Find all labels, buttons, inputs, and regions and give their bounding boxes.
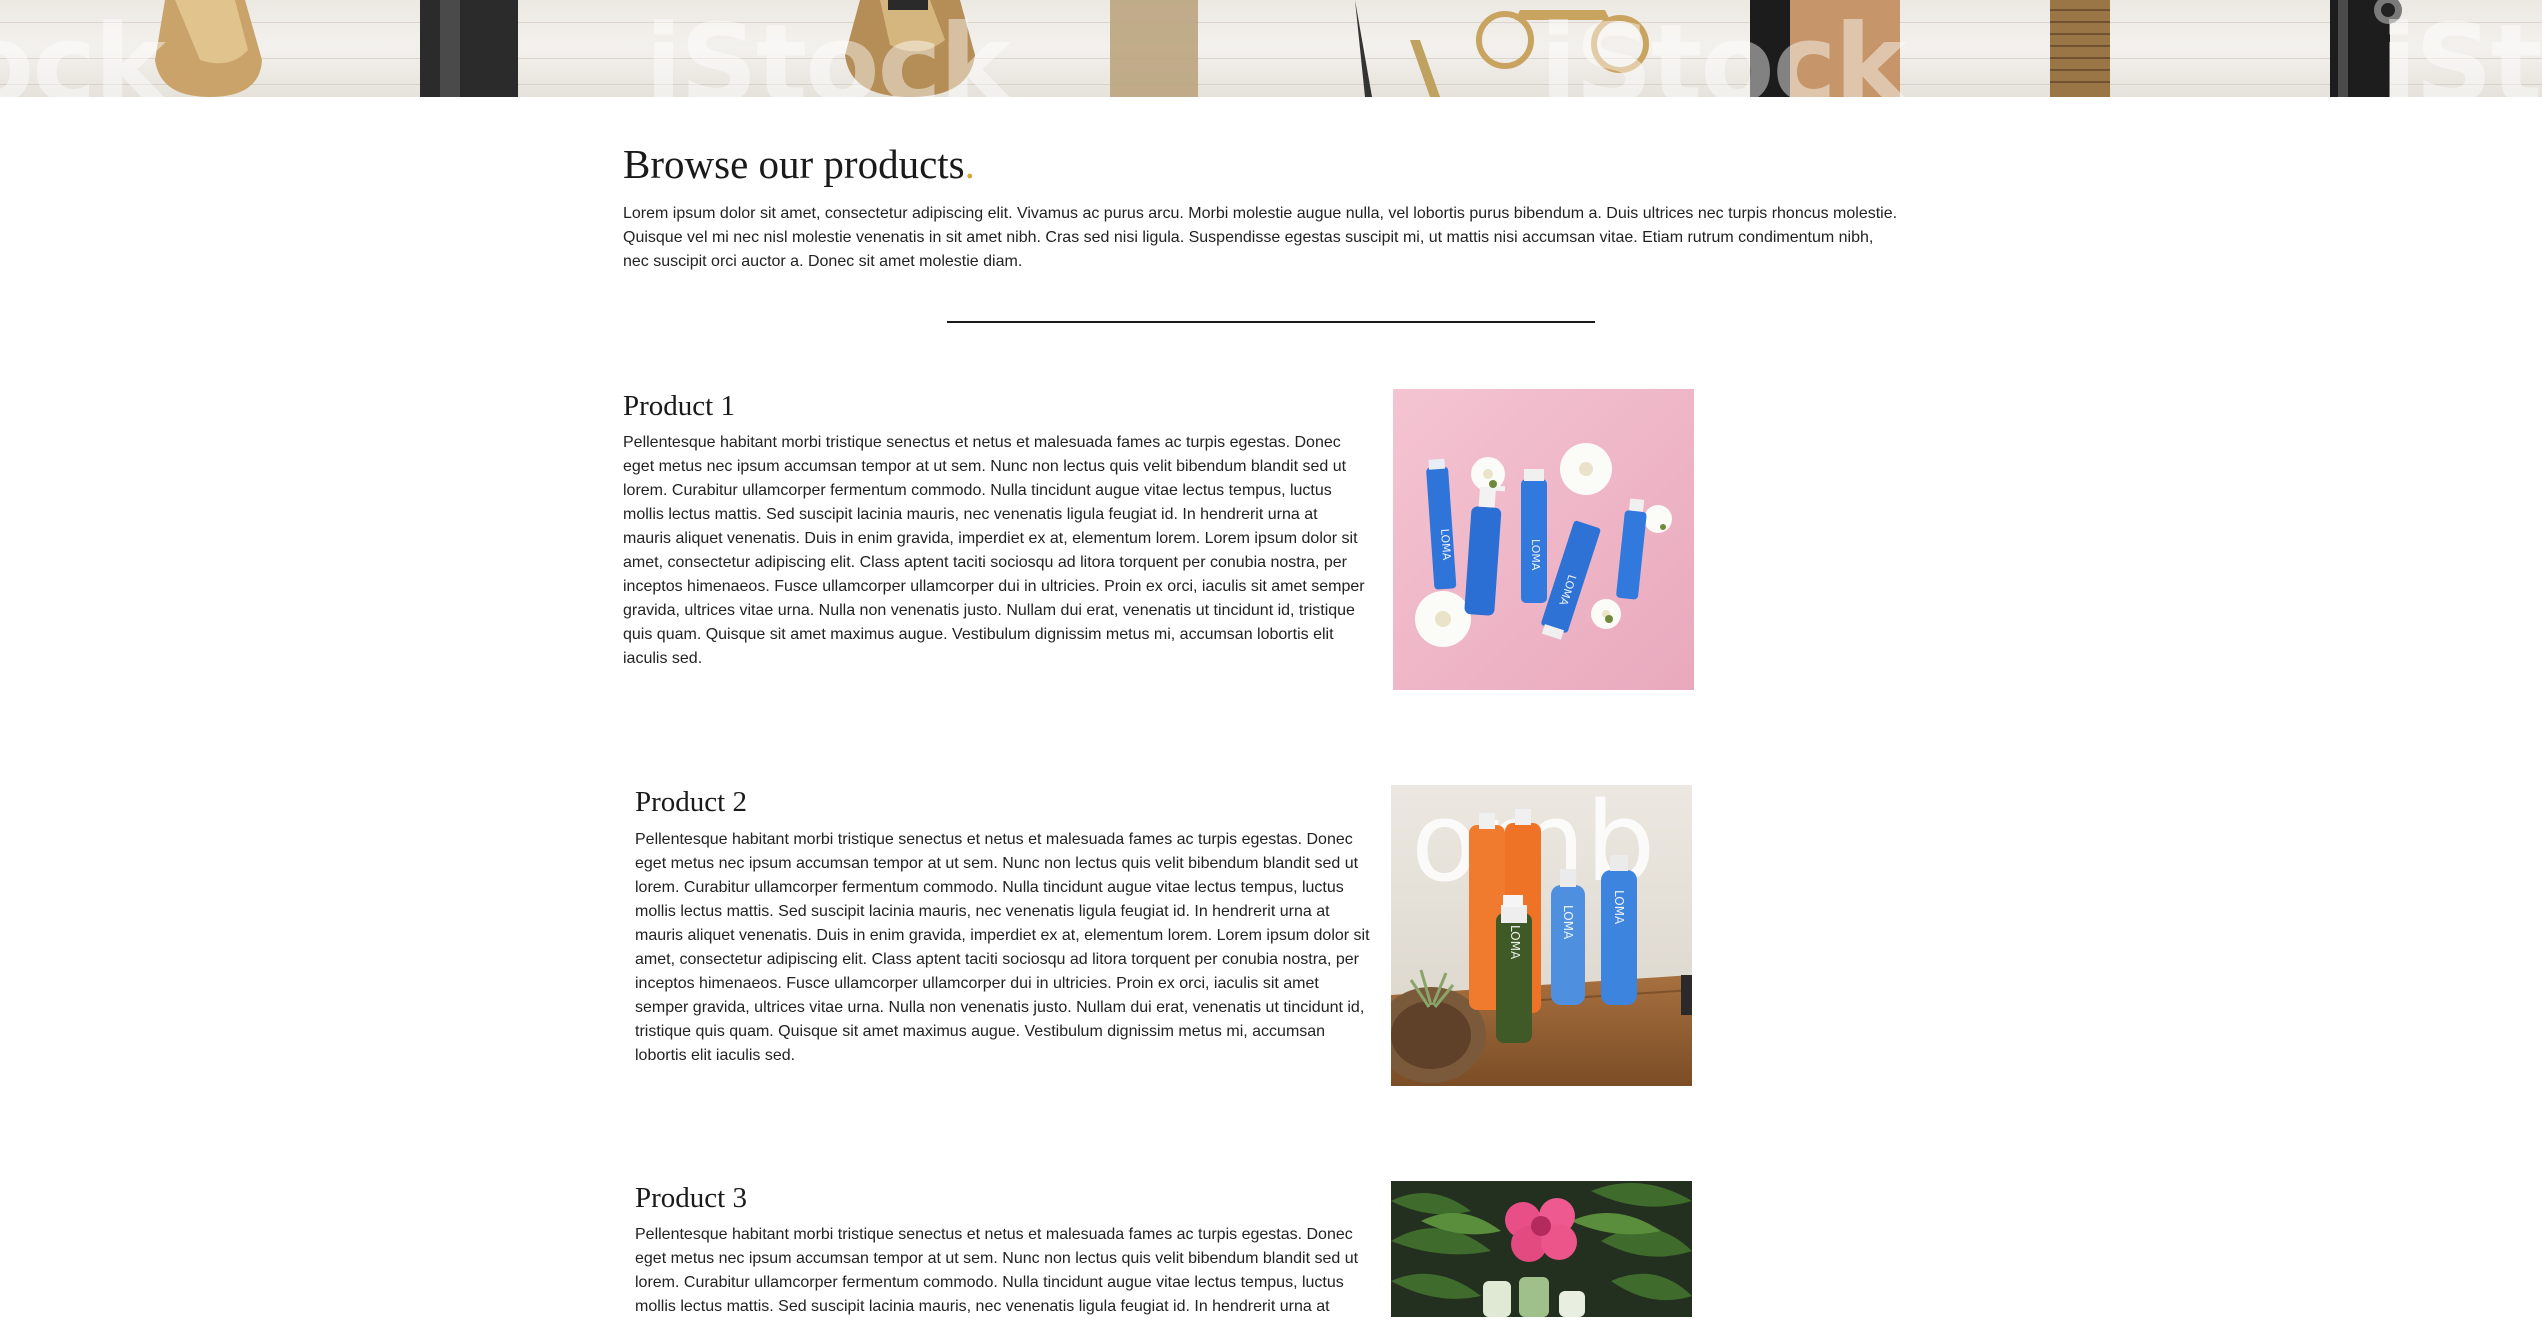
- bottle-label: LOMA: [1529, 539, 1542, 571]
- intro-paragraph: Lorem ipsum dolor sit amet, consectetur …: [623, 205, 1898, 270]
- hero-banner: ock iStock iStock iStock: [0, 0, 2542, 97]
- salon-tools-illustration: [155, 0, 2402, 97]
- product-image: LOMA LOMA LOMA: [1393, 389, 1694, 690]
- product-title: Product 1: [623, 390, 735, 422]
- bottle-label: LOMA: [1561, 905, 1575, 940]
- product-description: Pellentesque habitant morbi tristique se…: [635, 831, 1370, 1064]
- watermark-text: iStock: [645, 2, 1011, 97]
- product-description: Pellentesque habitant morbi tristique se…: [623, 434, 1365, 667]
- title-accent-dot: .: [964, 141, 975, 187]
- product-title: Product 3: [635, 1182, 747, 1214]
- product-description: Pellentesque habitant morbi tristique se…: [635, 1226, 1359, 1315]
- bottle-label: LOMA: [1438, 528, 1453, 561]
- watermark-text: ock: [0, 2, 166, 97]
- watermark-text: iStock: [1540, 2, 1906, 97]
- product-title: Product 2: [635, 786, 747, 818]
- product-image: omb LOMA LOMA LOMA: [1391, 785, 1692, 1086]
- bottle-label: LOMA: [1508, 925, 1522, 960]
- section-divider: [947, 321, 1595, 323]
- page-title: Browse our products.: [623, 140, 975, 188]
- bottle-label: LOMA: [1612, 890, 1626, 925]
- watermark-text: iStock: [2380, 2, 2542, 97]
- page-title-text: Browse our products: [623, 141, 965, 187]
- product-image: [1391, 1181, 1692, 1317]
